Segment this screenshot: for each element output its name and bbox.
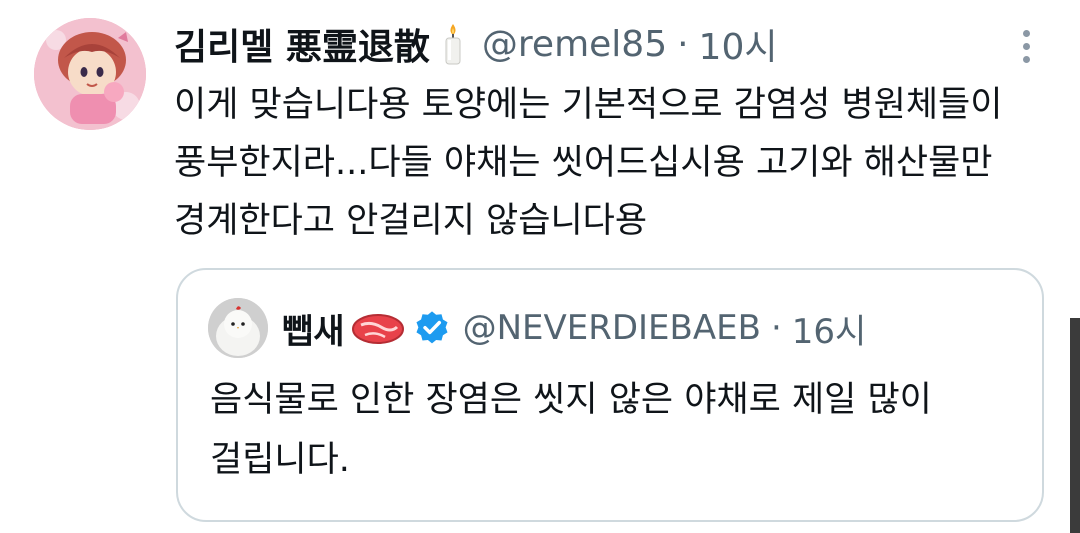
quoted-tweet[interactable]: 뺍새 @NEVERDIEBAEB · 16시 음식물로 인한 장염은 씻지 않은… (176, 268, 1044, 522)
separator-dot: · (770, 308, 782, 348)
more-vertical-icon[interactable] (1020, 30, 1032, 66)
quote-header: 뺍새 @NEVERDIEBAEB · 16시 (282, 300, 866, 356)
tweet-text: 이게 맞습니다용 토양에는 기본적으로 감염성 병원체들이 풍부한지라...다들… (174, 76, 1054, 250)
author-name[interactable]: 김리멜 悪霊退散 (174, 18, 430, 70)
quote-author-name[interactable]: 뺍새 (282, 304, 345, 353)
quote-text: 음식물로 인한 장염은 씻지 않은 야채로 제일 많이 걸립니다. (210, 370, 1010, 490)
scrollbar[interactable] (1070, 318, 1080, 533)
anime-girl-avatar-icon (34, 18, 146, 130)
white-bird-avatar-icon (208, 298, 268, 358)
tweet-text-line: 이게 맞습니다용 토양에는 기본적으로 감염성 병원체들이 (174, 85, 1003, 125)
quote-author-avatar[interactable] (208, 298, 268, 358)
tweet-time[interactable]: 10시 (699, 18, 778, 70)
tweet-text-line: 풍부한지라...다들 야채는 씻어드십시용 고기와 해산물만 (174, 143, 993, 183)
quote-time[interactable]: 16시 (792, 304, 867, 353)
quote-text-line: 걸립니다. (210, 440, 350, 480)
verified-badge-icon (416, 311, 448, 344)
author-avatar[interactable] (34, 18, 146, 130)
candle-icon (445, 24, 461, 65)
tweet-text-line: 경계한다고 안걸리지 않습니다용 (174, 201, 648, 241)
quote-author-handle[interactable]: @NEVERDIEBAEB (463, 308, 761, 348)
meat-icon (351, 314, 404, 344)
author-handle[interactable]: @remel85 (482, 24, 667, 65)
quote-text-line: 음식물로 인한 장염은 씻지 않은 야채로 제일 많이 (210, 380, 932, 420)
tweet-header: 김리멜 悪霊退散 @remel85 · 10시 (174, 16, 777, 72)
separator-dot: · (677, 23, 689, 65)
